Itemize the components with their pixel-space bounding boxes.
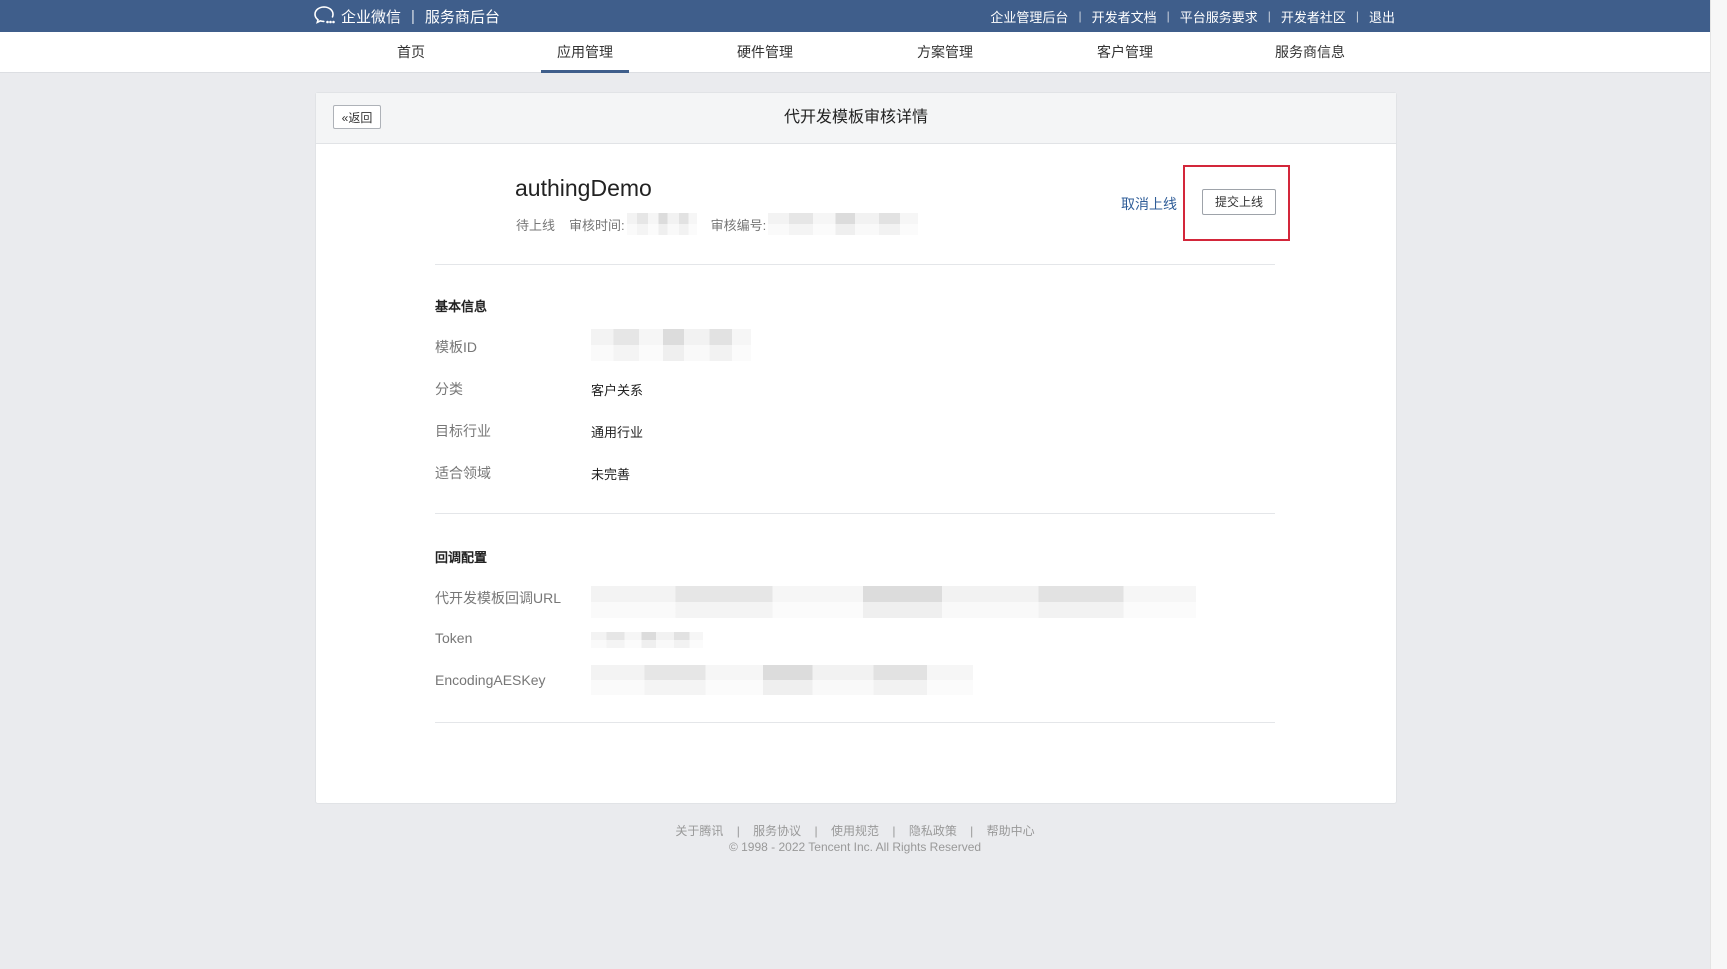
brand-name: 企业微信 <box>341 8 402 26</box>
tab-hardware-management[interactable]: 硬件管理 <box>720 32 810 72</box>
basic-info-title: 基本信息 <box>435 299 488 314</box>
divider <box>435 722 1275 723</box>
category-label: 分类 <box>435 381 463 397</box>
tab-provider-info[interactable]: 服务商信息 <box>1260 32 1360 72</box>
card-header: 代开发模板审核详情 «返回 <box>316 93 1396 144</box>
brand[interactable]: 企业微信 | 服务商后台 <box>313 0 500 32</box>
highlight-box <box>1183 165 1290 241</box>
divider: | <box>1078 9 1082 23</box>
app-meta: 待上线 审核时间: 审核编号: <box>516 213 919 235</box>
encoding-aes-key-label: EncodingAESKey <box>435 672 546 688</box>
divider: | <box>1166 9 1170 23</box>
main-nav: 首页 应用管理 硬件管理 方案管理 客户管理 服务商信息 <box>0 32 1710 73</box>
category-value: 客户关系 <box>591 383 644 398</box>
brand-subtitle: 服务商后台 <box>424 8 500 26</box>
review-number-label: 审核编号: <box>710 217 767 233</box>
callback-config-title: 回调配置 <box>435 550 488 565</box>
link-dev-docs[interactable]: 开发者文档 <box>1092 7 1157 26</box>
target-industry-value: 通用行业 <box>591 425 644 440</box>
cancel-online-link[interactable]: 取消上线 <box>1121 194 1177 214</box>
copyright: © 1998 - 2022 Tencent Inc. All Rights Re… <box>728 840 982 854</box>
link-platform-requirements[interactable]: 平台服务要求 <box>1180 7 1258 26</box>
page-title: 代开发模板审核详情 <box>783 109 928 126</box>
detail-card: 代开发模板审核详情 «返回 authingDemo 待上线 审核时间: 审核编号… <box>315 92 1397 804</box>
back-label: 返回 <box>348 111 373 125</box>
target-industry-label: 目标行业 <box>435 423 491 439</box>
footer-links: 关于腾讯 | 服务协议 | 使用规范 | 隐私政策 | 帮助中心 <box>0 822 1710 839</box>
link-enterprise-admin[interactable]: 企业管理后台 <box>990 7 1068 26</box>
review-time-label: 审核时间: <box>569 217 625 233</box>
top-links: 企业管理后台 | 开发者文档 | 平台服务要求 | 开发者社区 | 退出 <box>990 0 1395 32</box>
footer-link-privacy[interactable]: 隐私政策 <box>909 824 957 838</box>
divider: | <box>892 824 896 838</box>
redacted-encoding-aes-key <box>591 665 973 695</box>
tab-customer-management[interactable]: 客户管理 <box>1080 32 1170 72</box>
status-text: 待上线 <box>516 217 556 233</box>
divider: | <box>814 824 818 838</box>
divider <box>435 513 1275 514</box>
redacted-review-number <box>768 213 919 235</box>
footer-link-usage-rules[interactable]: 使用规范 <box>831 824 879 838</box>
wecom-logo-icon <box>314 6 335 24</box>
suitable-field-label: 适合领域 <box>435 465 491 481</box>
back-button[interactable]: «返回 <box>333 105 381 129</box>
divider <box>435 264 1275 265</box>
footer-link-service-agreement[interactable]: 服务协议 <box>753 824 801 838</box>
callback-url-label: 代开发模板回调URL <box>435 590 562 606</box>
divider: | <box>1267 9 1271 23</box>
link-dev-community[interactable]: 开发者社区 <box>1281 7 1346 26</box>
tab-app-management[interactable]: 应用管理 <box>541 32 629 73</box>
app-name: authingDemo <box>515 175 652 201</box>
footer-link-help[interactable]: 帮助中心 <box>987 824 1035 838</box>
template-id-label: 模板ID <box>435 339 477 355</box>
divider: | <box>970 824 974 838</box>
link-logout[interactable]: 退出 <box>1369 7 1395 26</box>
top-bar: 企业微信 | 服务商后台 企业管理后台 | 开发者文档 | 平台服务要求 | 开… <box>0 0 1710 32</box>
tab-home[interactable]: 首页 <box>376 32 446 72</box>
footer-link-about[interactable]: 关于腾讯 <box>675 824 723 838</box>
redacted-review-time <box>626 213 697 235</box>
redacted-token <box>591 632 703 648</box>
brand-divider: | <box>411 7 415 25</box>
tab-solution-management[interactable]: 方案管理 <box>900 32 990 72</box>
suitable-field-value: 未完善 <box>591 467 631 482</box>
divider: | <box>736 824 740 838</box>
scrollbar[interactable] <box>1710 0 1727 969</box>
token-label: Token <box>435 630 473 646</box>
redacted-callback-url <box>591 586 1196 618</box>
divider: | <box>1355 9 1359 23</box>
redacted-template-id <box>591 329 751 361</box>
